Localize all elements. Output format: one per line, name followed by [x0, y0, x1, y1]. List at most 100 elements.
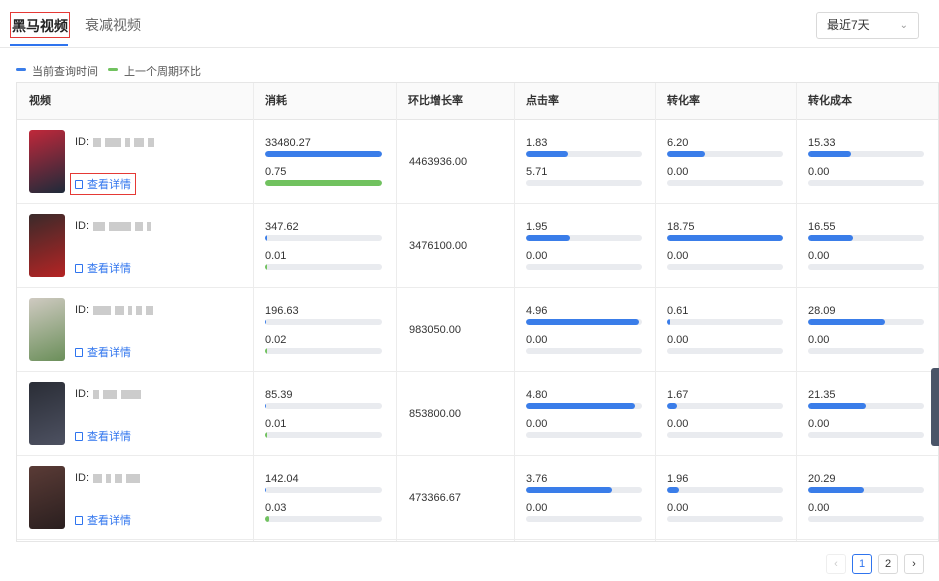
consume-current-bar-fill — [265, 235, 267, 241]
redacted-id-segment — [136, 305, 143, 315]
cost-previous-value: 0.00 — [808, 334, 830, 346]
cvr-current-bar — [667, 319, 783, 325]
consume-previous-bar-fill — [265, 180, 382, 186]
video-id: ID: — [75, 388, 142, 400]
page-1-button[interactable]: 1 — [852, 554, 872, 574]
cvr-previous-bar — [667, 264, 783, 270]
cvr-previous-value: 0.00 — [667, 334, 689, 346]
redacted-id-segment — [125, 137, 131, 147]
video-id-label: ID: — [75, 220, 90, 232]
table-row: ID: 查看详情 3476100.00 347.62 0.01 1.95 0.00 18.75… — [17, 204, 938, 288]
table-row: ID: 查看详情 473366.67 142.04 0.03 3.76 0.00 1.96 0.… — [17, 456, 938, 540]
cost-previous-bar — [808, 180, 924, 186]
view-details-link[interactable]: 查看详情 — [75, 512, 131, 528]
cost-previous-bar — [808, 264, 924, 270]
ctr-previous-bar — [526, 264, 642, 270]
cvr-current-bar — [667, 151, 783, 157]
column-header-video: 视频 — [29, 95, 51, 107]
cost-current-bar — [808, 235, 924, 241]
ctr-current-bar — [526, 319, 642, 325]
video-thumbnail[interactable] — [29, 466, 65, 529]
cost-current-bar-fill — [808, 487, 864, 493]
video-id: ID: — [75, 472, 141, 484]
redacted-id-segment — [93, 389, 100, 399]
cost-previous-bar — [808, 348, 924, 354]
redacted-id-segment — [93, 137, 102, 147]
consume-previous-bar — [265, 516, 382, 522]
redacted-id-segment — [93, 473, 103, 483]
page-header: 黑马视频 衰减视频 最近7天 ⌄ — [0, 0, 939, 48]
cost-current-bar-fill — [808, 403, 866, 409]
ctr-previous-bar — [526, 180, 642, 186]
view-details-link[interactable]: 查看详情 — [75, 260, 131, 276]
cost-current-value: 20.29 — [808, 473, 836, 485]
legend-label-current: 当前查询时间 — [32, 66, 98, 78]
cost-current-value: 21.35 — [808, 389, 836, 401]
prev-page-button[interactable]: ‹ — [826, 554, 846, 574]
tab-declining-videos[interactable]: 衰减视频 — [85, 12, 141, 38]
ctr-current-bar — [526, 151, 642, 157]
redacted-id-segment — [105, 137, 122, 147]
consume-previous-bar — [265, 180, 382, 186]
ctr-current-value: 4.80 — [526, 389, 548, 401]
cost-current-value: 16.55 — [808, 221, 836, 233]
cost-previous-bar — [808, 516, 924, 522]
consume-previous-value: 0.75 — [265, 166, 287, 178]
consume-current-bar-fill — [265, 403, 266, 409]
video-metrics-table: 视频 消耗 环比增长率 点击率 转化率 转化成本 ID: 查看详情 4463936.… — [16, 82, 939, 542]
cvr-current-bar-fill — [667, 235, 783, 241]
cvr-current-bar-fill — [667, 403, 677, 409]
period-select[interactable]: 最近7天 ⌄ — [816, 12, 919, 39]
document-icon — [75, 264, 83, 273]
redacted-id-segment — [93, 305, 112, 315]
consume-previous-bar — [265, 264, 382, 270]
page-2-button[interactable]: 2 — [878, 554, 898, 574]
consume-previous-value: 0.02 — [265, 334, 287, 346]
ctr-previous-value: 0.00 — [526, 334, 548, 346]
consume-previous-bar-fill — [265, 432, 267, 438]
view-details-link[interactable]: 查看详情 — [75, 344, 131, 360]
cost-current-bar-fill — [808, 151, 851, 157]
cvr-current-value: 1.67 — [667, 389, 689, 401]
tab-dark-horse-videos[interactable]: 黑马视频 — [10, 12, 70, 38]
view-details-label: 查看详情 — [87, 263, 131, 275]
cvr-current-value: 18.75 — [667, 221, 695, 233]
redacted-id-segment — [135, 221, 144, 231]
consume-previous-bar — [265, 348, 382, 354]
cvr-current-value: 6.20 — [667, 137, 689, 149]
video-id-label: ID: — [75, 388, 90, 400]
video-thumbnail[interactable] — [29, 298, 65, 361]
video-id: ID: — [75, 136, 155, 148]
view-details-link[interactable]: 查看详情 — [70, 173, 136, 195]
column-header-consume: 消耗 — [265, 95, 287, 107]
ctr-current-value: 1.83 — [526, 137, 548, 149]
ctr-previous-bar — [526, 516, 642, 522]
cost-current-bar-fill — [808, 235, 853, 241]
video-id-label: ID: — [75, 472, 90, 484]
view-details-label: 查看详情 — [87, 347, 131, 359]
cvr-current-bar — [667, 235, 783, 241]
growth-rate-value: 3476100.00 — [409, 240, 468, 252]
consume-previous-value: 0.03 — [265, 502, 287, 514]
side-feedback-tab[interactable] — [931, 368, 939, 446]
growth-rate-value: 983050.00 — [409, 324, 461, 336]
redacted-id-segment — [146, 305, 154, 315]
cvr-previous-bar — [667, 516, 783, 522]
ctr-current-value: 4.96 — [526, 305, 548, 317]
consume-current-bar-fill — [265, 487, 266, 493]
redacted-id-segment — [147, 221, 152, 231]
active-tab-indicator — [10, 44, 68, 46]
consume-previous-value: 0.01 — [265, 418, 287, 430]
cost-current-value: 15.33 — [808, 137, 836, 149]
video-thumbnail[interactable] — [29, 130, 65, 193]
view-details-link[interactable]: 查看详情 — [75, 428, 131, 444]
ctr-current-bar-fill — [526, 151, 568, 157]
redacted-id-segment — [126, 473, 141, 483]
video-id-label: ID: — [75, 304, 90, 316]
video-thumbnail[interactable] — [29, 382, 65, 445]
table-header: 视频 消耗 环比增长率 点击率 转化率 转化成本 — [17, 83, 938, 120]
column-header-cvr: 转化率 — [667, 95, 700, 107]
video-thumbnail[interactable] — [29, 214, 65, 277]
next-page-button[interactable]: › — [904, 554, 924, 574]
video-id: ID: — [75, 304, 154, 316]
